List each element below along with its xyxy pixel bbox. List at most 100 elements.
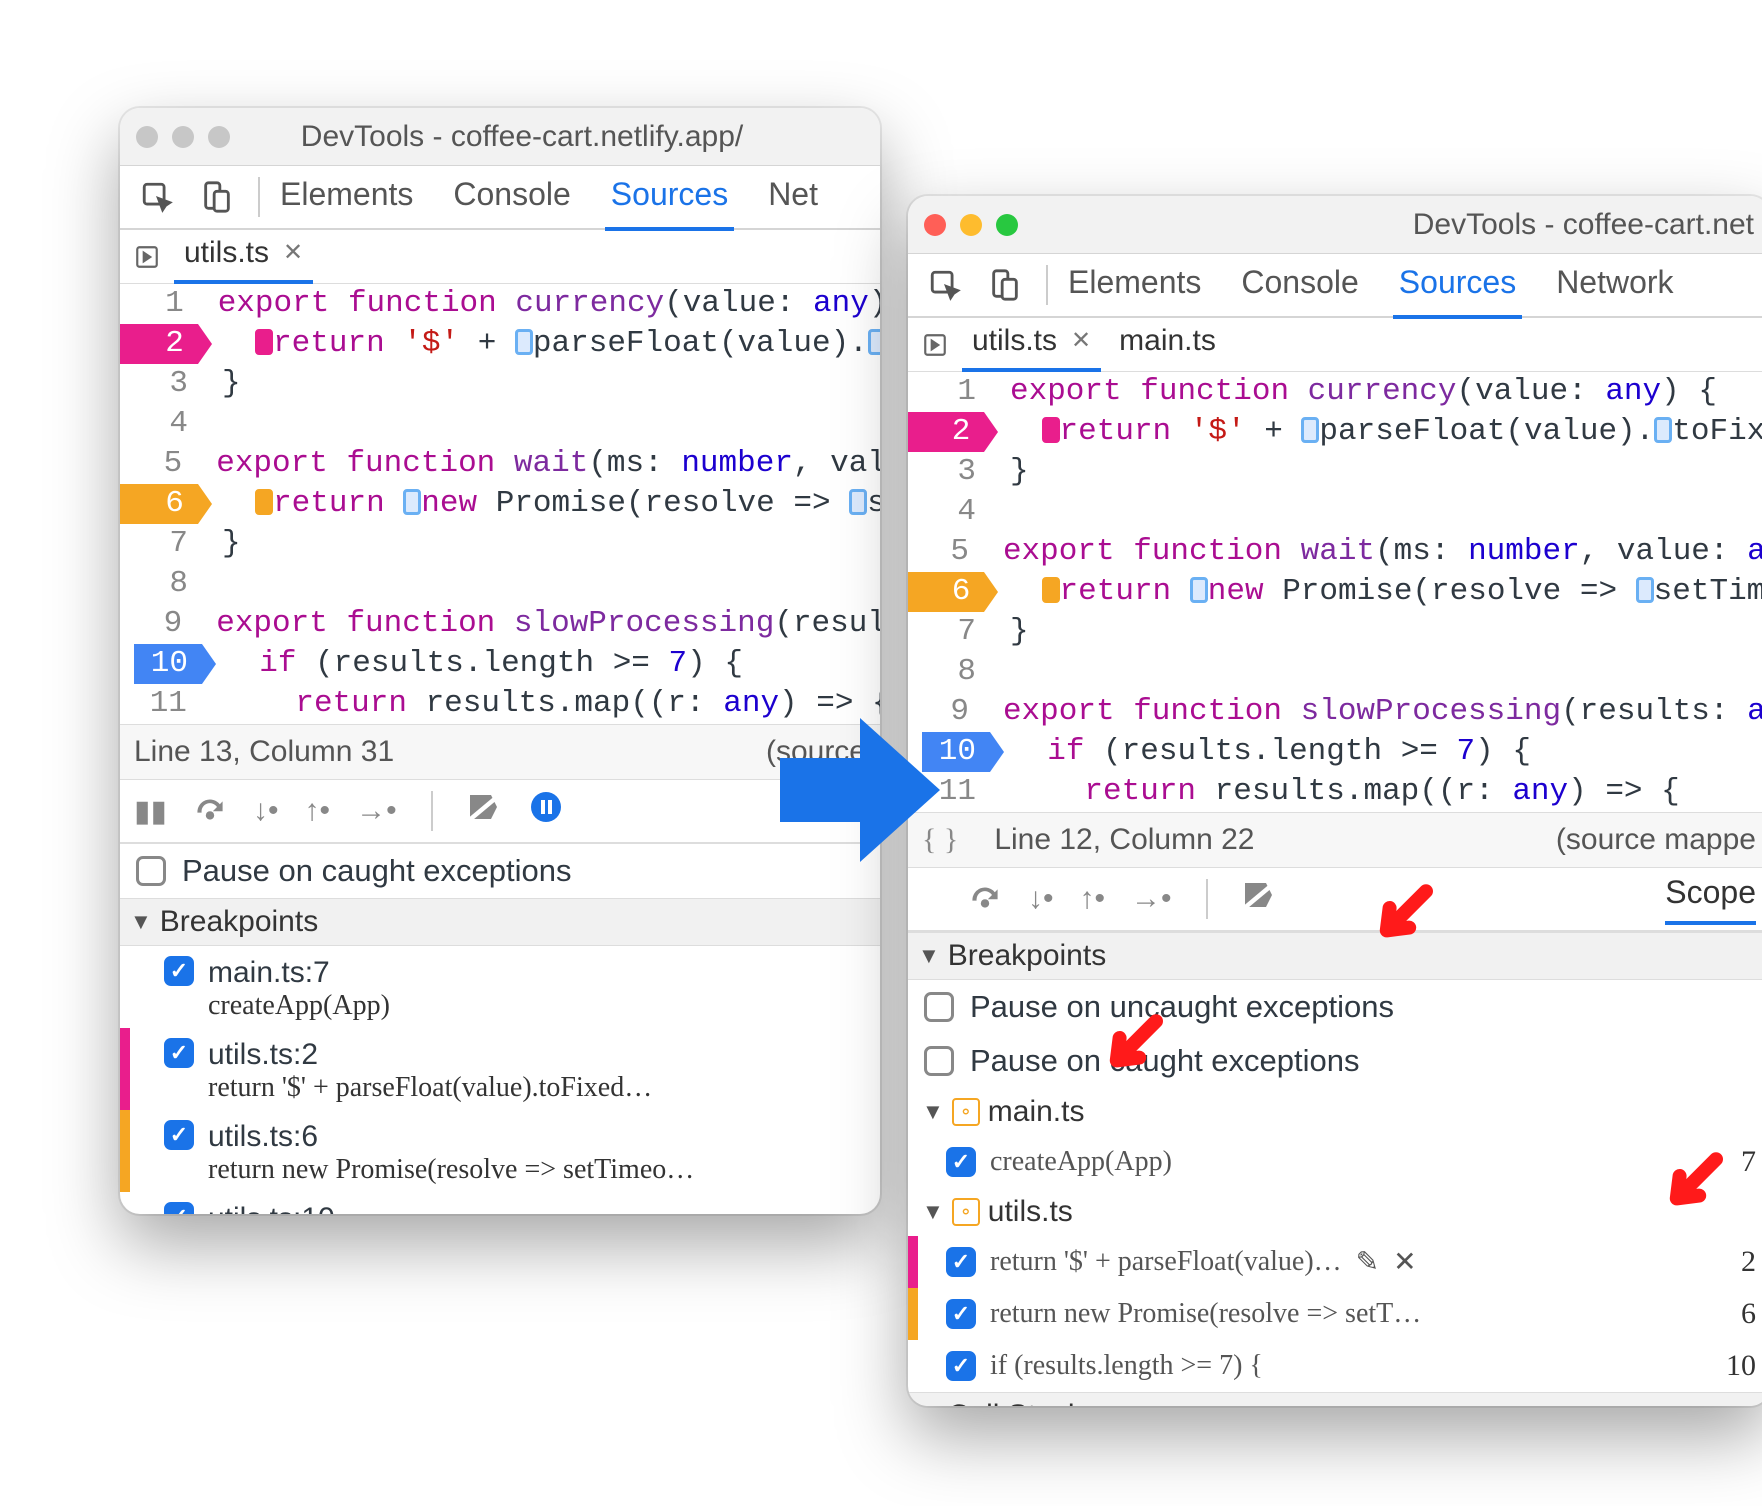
navigator-icon[interactable] bbox=[916, 332, 954, 358]
step-out-icon[interactable]: ↑• bbox=[305, 794, 331, 828]
line-number[interactable]: 4 bbox=[134, 404, 202, 444]
tab-network[interactable]: Net bbox=[762, 164, 824, 231]
step-out-icon[interactable]: ↑• bbox=[1080, 882, 1106, 916]
code-line[interactable]: 3} bbox=[120, 364, 880, 404]
code-editor[interactable]: 1export function currency(value: any) {2… bbox=[120, 284, 880, 724]
line-number[interactable]: 2 bbox=[921, 412, 985, 452]
checkbox[interactable] bbox=[946, 1351, 976, 1381]
line-number[interactable]: 5 bbox=[133, 444, 196, 484]
code-editor[interactable]: 1export function currency(value: any) {2… bbox=[908, 372, 1762, 812]
code-line[interactable]: 7} bbox=[908, 612, 1762, 652]
line-number[interactable]: 3 bbox=[922, 452, 990, 492]
pause-exceptions-icon[interactable] bbox=[529, 790, 563, 832]
inspect-icon[interactable] bbox=[918, 263, 972, 307]
tab-sources[interactable]: Sources bbox=[605, 164, 734, 231]
code-line[interactable]: 5export function wait(ms: number, value: bbox=[120, 444, 880, 484]
code-line[interactable]: 9export function slowProcessing(results: bbox=[120, 604, 880, 644]
code-line[interactable]: 2 return '$' + parseFloat(value).to bbox=[120, 324, 880, 364]
breakpoint-group-header[interactable]: ▼ ⚬ main.ts bbox=[908, 1088, 1762, 1136]
close-icon[interactable]: ✕ bbox=[1071, 326, 1091, 355]
scope-tab[interactable]: Scope bbox=[1665, 874, 1756, 925]
tab-sources[interactable]: Sources bbox=[1393, 252, 1522, 319]
close-icon[interactable]: ✕ bbox=[1393, 1245, 1416, 1279]
line-number[interactable]: 6 bbox=[921, 572, 985, 612]
step-icon[interactable]: →• bbox=[1131, 882, 1172, 916]
code-line[interactable]: 11 return results.map((r: any) => { bbox=[908, 772, 1762, 812]
breakpoint-item[interactable]: utils.ts:6return new Promise(resolve => … bbox=[120, 1110, 880, 1192]
code-line[interactable]: 2 return '$' + parseFloat(value).toFixed… bbox=[908, 412, 1762, 452]
line-number[interactable]: 6 bbox=[133, 484, 198, 524]
pause-icon[interactable]: ▮▮ bbox=[134, 794, 167, 829]
minimize-icon[interactable] bbox=[172, 126, 194, 148]
code-line[interactable]: 4 bbox=[908, 492, 1762, 532]
line-number[interactable]: 5 bbox=[921, 532, 983, 572]
code-line[interactable]: 10 if (results.length >= 7) { bbox=[908, 732, 1762, 772]
checkbox[interactable] bbox=[946, 1247, 976, 1277]
traffic-lights[interactable] bbox=[136, 126, 230, 148]
checkbox[interactable] bbox=[136, 856, 166, 886]
line-number[interactable]: 8 bbox=[134, 564, 202, 604]
code-line[interactable]: 11 return results.map((r: any) => { bbox=[120, 684, 880, 724]
code-line[interactable]: 6 return new Promise(resolve => set bbox=[120, 484, 880, 524]
line-number[interactable]: 1 bbox=[922, 372, 990, 412]
code-line[interactable]: 8 bbox=[908, 652, 1762, 692]
line-number[interactable]: 1 bbox=[133, 284, 198, 324]
code-line[interactable]: 8 bbox=[120, 564, 880, 604]
breakpoint-item[interactable]: createApp(App)7 bbox=[908, 1136, 1762, 1188]
code-line[interactable]: 4 bbox=[120, 404, 880, 444]
callstack-header[interactable]: ▼ Call Stack bbox=[908, 1392, 1762, 1406]
breakpoint-item[interactable]: utils.ts:10 bbox=[120, 1192, 880, 1214]
line-number[interactable]: 7 bbox=[922, 612, 990, 652]
breakpoint-item[interactable]: utils.ts:2return '$' + parseFloat(value)… bbox=[120, 1028, 880, 1110]
file-tab-main[interactable]: main.ts bbox=[1109, 318, 1226, 372]
code-line[interactable]: 1export function currency(value: any) { bbox=[908, 372, 1762, 412]
tab-network[interactable]: Network bbox=[1550, 252, 1679, 319]
code-line[interactable]: 10 if (results.length >= 7) { bbox=[120, 644, 880, 684]
device-icon[interactable] bbox=[190, 175, 244, 219]
checkbox[interactable] bbox=[924, 1046, 954, 1076]
tab-elements[interactable]: Elements bbox=[1062, 252, 1207, 319]
step-icon[interactable]: →• bbox=[356, 794, 397, 828]
device-icon[interactable] bbox=[978, 263, 1032, 307]
checkbox[interactable] bbox=[164, 956, 194, 986]
breakpoint-group-header[interactable]: ▼ ⚬ utils.ts bbox=[908, 1188, 1762, 1236]
checkbox[interactable] bbox=[164, 1202, 194, 1214]
checkbox[interactable] bbox=[164, 1038, 194, 1068]
navigator-icon[interactable] bbox=[128, 244, 166, 270]
step-over-icon[interactable] bbox=[968, 881, 1002, 917]
deactivate-breakpoints-icon[interactable] bbox=[467, 792, 503, 830]
breakpoints-header[interactable]: ▼ Breakpoints bbox=[908, 932, 1762, 980]
checkbox[interactable] bbox=[946, 1147, 976, 1177]
breakpoint-item[interactable]: return new Promise(resolve => setT…6 bbox=[908, 1288, 1762, 1340]
pause-caught-option[interactable]: Pause on caught exceptions bbox=[908, 1034, 1762, 1088]
traffic-lights[interactable] bbox=[924, 214, 1018, 236]
code-line[interactable]: 6 return new Promise(resolve => setTimeo… bbox=[908, 572, 1762, 612]
tab-console[interactable]: Console bbox=[447, 164, 576, 231]
breakpoints-header[interactable]: ▼ Breakpoints bbox=[120, 898, 880, 946]
line-number[interactable]: 10 bbox=[134, 644, 202, 684]
edit-icon[interactable]: ✎ bbox=[1356, 1245, 1379, 1279]
pause-uncaught-option[interactable]: Pause on uncaught exceptions bbox=[908, 980, 1762, 1034]
file-tab-utils[interactable]: utils.ts✕ bbox=[962, 318, 1101, 372]
close-icon[interactable]: ✕ bbox=[283, 238, 303, 267]
line-number[interactable]: 8 bbox=[922, 652, 990, 692]
pause-caught-option[interactable]: Pause on caught exceptions bbox=[120, 844, 880, 898]
close-icon[interactable] bbox=[924, 214, 946, 236]
file-tab-utils[interactable]: utils.ts ✕ bbox=[174, 230, 313, 284]
code-line[interactable]: 3} bbox=[908, 452, 1762, 492]
step-into-icon[interactable]: ↓• bbox=[1028, 882, 1054, 916]
code-line[interactable]: 1export function currency(value: any) { bbox=[120, 284, 880, 324]
line-number[interactable]: 9 bbox=[133, 604, 196, 644]
checkbox[interactable] bbox=[164, 1120, 194, 1150]
code-line[interactable]: 7} bbox=[120, 524, 880, 564]
code-line[interactable]: 5export function wait(ms: number, value:… bbox=[908, 532, 1762, 572]
breakpoint-item[interactable]: return '$' + parseFloat(value)…✎✕2 bbox=[908, 1236, 1762, 1288]
code-line[interactable]: 9export function slowProcessing(results:… bbox=[908, 692, 1762, 732]
maximize-icon[interactable] bbox=[208, 126, 230, 148]
checkbox[interactable] bbox=[946, 1299, 976, 1329]
step-over-icon[interactable] bbox=[193, 793, 227, 829]
tab-console[interactable]: Console bbox=[1235, 252, 1364, 319]
tab-elements[interactable]: Elements bbox=[274, 164, 419, 231]
line-number[interactable]: 7 bbox=[134, 524, 202, 564]
step-into-icon[interactable]: ↓• bbox=[253, 794, 279, 828]
